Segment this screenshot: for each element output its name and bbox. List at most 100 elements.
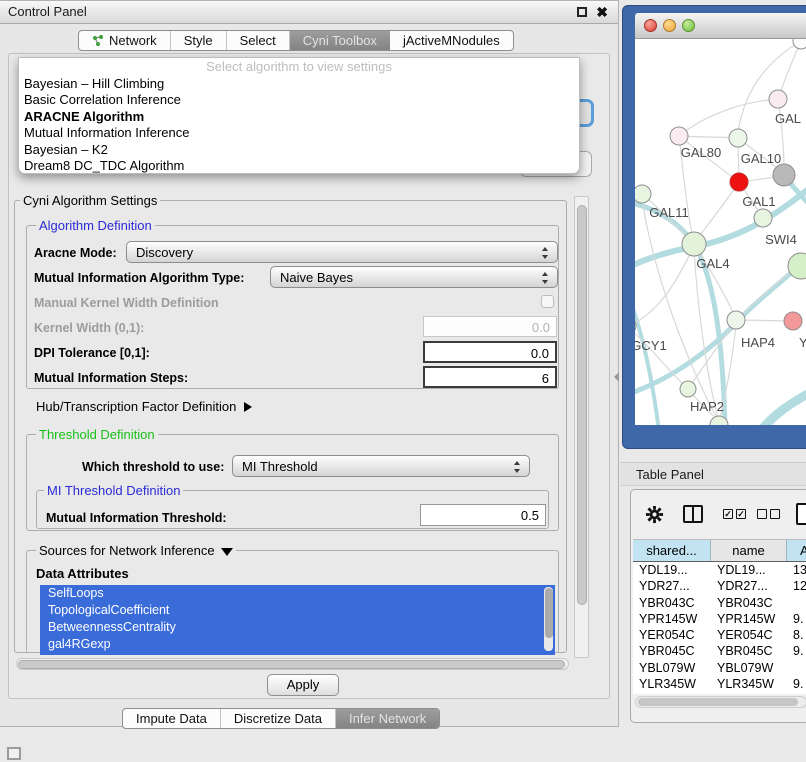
zoom-traffic-light-icon[interactable] bbox=[682, 19, 695, 32]
attribute-item-selected[interactable]: SelfLoops bbox=[40, 585, 555, 602]
aracne-mode-value: Discovery bbox=[136, 245, 193, 260]
network-view-window: GAL GAL80 GAL10 GAL1 GAL11 SWI4 GAL4 HAP… bbox=[622, 5, 806, 449]
table-row[interactable]: YDL19... YDL19... 13 bbox=[633, 562, 806, 578]
tab-network[interactable]: Network bbox=[79, 31, 171, 50]
table-row[interactable]: YDR27... YDR27... 12 bbox=[633, 578, 806, 594]
which-threshold-combobox[interactable]: MI Threshold bbox=[232, 455, 530, 477]
sources-group-label[interactable]: Sources for Network Inference bbox=[36, 543, 236, 558]
close-icon[interactable]: ✖ bbox=[596, 4, 608, 21]
tab-label: Select bbox=[240, 31, 276, 50]
table-row[interactable]: YLR345W YLR345W 9. bbox=[633, 676, 806, 692]
dropdown-item[interactable]: Bayesian – K2 bbox=[19, 142, 579, 158]
settings-vertical-scrollbar[interactable] bbox=[574, 196, 589, 658]
threshold-definition-label: Threshold Definition bbox=[36, 427, 158, 442]
dropdown-item[interactable]: Bayesian – Hill Climbing bbox=[19, 76, 579, 92]
cell-value bbox=[787, 595, 806, 611]
kernel-width-label: Kernel Width (0,1): bbox=[34, 321, 144, 335]
tab-style[interactable]: Style bbox=[171, 31, 227, 50]
cell-value: 9. bbox=[787, 643, 806, 659]
cell-value bbox=[787, 660, 806, 676]
node-label: GAL1 bbox=[742, 194, 775, 209]
table-row[interactable]: YER054C YER054C 8. bbox=[633, 627, 806, 643]
cell-name: YBL079W bbox=[711, 660, 787, 676]
table-row[interactable]: YBR045C YBR045C 9. bbox=[633, 643, 806, 659]
settings-horizontal-scrollbar[interactable] bbox=[16, 658, 569, 670]
mi-steps-field[interactable]: 6 bbox=[423, 366, 557, 388]
cell-value: 13 bbox=[787, 562, 806, 578]
dpi-tolerance-field[interactable]: 0.0 bbox=[423, 341, 557, 363]
network-window-titlebar bbox=[635, 13, 806, 39]
close-traffic-light-icon[interactable] bbox=[644, 19, 657, 32]
network-icon bbox=[92, 35, 104, 47]
mi-threshold-field[interactable]: 0.5 bbox=[420, 504, 546, 526]
network-canvas[interactable]: GAL GAL80 GAL10 GAL1 GAL11 SWI4 GAL4 HAP… bbox=[635, 39, 806, 425]
table-panel-title: Table Panel bbox=[636, 467, 704, 482]
aracne-mode-combobox[interactable]: Discovery bbox=[126, 241, 558, 263]
tab-label: Infer Network bbox=[349, 709, 426, 728]
dropdown-item[interactable]: Mutual Information Inference bbox=[19, 125, 579, 141]
gear-icon[interactable] bbox=[645, 505, 664, 524]
dropdown-item-selected[interactable]: ARACNE Algorithm bbox=[19, 109, 579, 125]
combobox-arrows-icon bbox=[542, 271, 549, 285]
column-header-shared-name[interactable]: shared... bbox=[633, 540, 711, 561]
deselect-all-columns-icon[interactable] bbox=[757, 509, 780, 519]
cell-name: YDL19... bbox=[711, 562, 787, 578]
node-label: GAL11 bbox=[649, 205, 689, 220]
settings-vscroll-thumb[interactable] bbox=[577, 205, 587, 605]
split-columns-icon[interactable] bbox=[683, 505, 703, 523]
attribute-item-selected[interactable]: TopologicalCoefficient bbox=[40, 602, 555, 619]
table-row[interactable]: YPR145W YPR145W 9. bbox=[633, 611, 806, 627]
table-panel-titlebar: Table Panel bbox=[620, 462, 806, 486]
attribute-item-selected[interactable]: BetweennessCentrality bbox=[40, 619, 555, 636]
dropdown-item[interactable]: Basic Correlation Inference bbox=[19, 92, 579, 108]
tab-discretize-data[interactable]: Discretize Data bbox=[221, 709, 336, 728]
algorithm-definition-label: Algorithm Definition bbox=[36, 218, 155, 233]
select-all-columns-icon[interactable]: ✓✓ bbox=[723, 509, 746, 519]
which-threshold-label: Which threshold to use: bbox=[82, 460, 224, 474]
splitpane-handle-icon[interactable] bbox=[614, 372, 619, 382]
tab-infer-network[interactable]: Infer Network bbox=[336, 709, 439, 728]
aracne-mode-label: Aracne Mode: bbox=[34, 246, 117, 260]
new-table-icon[interactable] bbox=[796, 503, 806, 525]
data-attributes-list: SelfLoops TopologicalCoefficient Between… bbox=[40, 585, 555, 655]
float-window-icon[interactable] bbox=[577, 7, 587, 17]
cell-shared-name: YLR345W bbox=[633, 676, 711, 692]
cell-shared-name: YBL079W bbox=[633, 660, 711, 676]
cell-name: YDR27... bbox=[711, 578, 787, 594]
table-toolbar: ✓✓ bbox=[631, 490, 806, 539]
tab-label: Cyni Toolbox bbox=[303, 31, 377, 50]
minimize-traffic-light-icon[interactable] bbox=[663, 19, 676, 32]
expander-down-icon bbox=[221, 548, 233, 556]
node-table: shared... name A YDL19... YDL19... 13 YD… bbox=[633, 539, 806, 694]
column-header-name[interactable]: name bbox=[711, 540, 787, 561]
attribute-item-selected[interactable]: gal4RGexp bbox=[40, 636, 555, 653]
node-label: HAP4 bbox=[741, 335, 775, 350]
table-row[interactable]: YBR043C YBR043C bbox=[633, 595, 806, 611]
mi-threshold-group-label: MI Threshold Definition bbox=[44, 483, 183, 498]
tab-cyni-toolbox[interactable]: Cyni Toolbox bbox=[290, 31, 390, 50]
tab-impute-data[interactable]: Impute Data bbox=[123, 709, 221, 728]
minimized-panel-icon[interactable] bbox=[7, 747, 21, 760]
column-header-partial[interactable]: A bbox=[787, 540, 806, 561]
dropdown-item[interactable]: Dream8 DC_TDC Algorithm bbox=[19, 158, 579, 174]
data-attributes-label: Data Attributes bbox=[36, 566, 129, 581]
kernel-width-field[interactable]: 0.0 bbox=[423, 316, 557, 337]
tab-label: Style bbox=[184, 31, 213, 50]
table-row[interactable]: YIL052C YIL052C 0 bbox=[633, 692, 806, 694]
manual-kernel-width-checkbox[interactable] bbox=[541, 295, 554, 308]
network-graph: GAL GAL80 GAL10 GAL1 GAL11 SWI4 GAL4 HAP… bbox=[635, 39, 806, 425]
apply-button[interactable]: Apply bbox=[267, 674, 339, 696]
tab-jactivemnodules[interactable]: jActiveMNodules bbox=[390, 31, 513, 50]
mi-algorithm-type-combobox[interactable]: Naive Bayes bbox=[270, 266, 558, 288]
tab-select[interactable]: Select bbox=[227, 31, 290, 50]
hub-definition-expander[interactable]: Hub/Transcription Factor Definition bbox=[36, 399, 252, 414]
attribute-list-scrollbar-thumb[interactable] bbox=[545, 588, 553, 638]
cell-name: YIL052C bbox=[711, 692, 787, 694]
table-row[interactable]: YBL079W YBL079W bbox=[633, 660, 806, 676]
settings-hscroll-thumb[interactable] bbox=[18, 660, 565, 669]
table-panel: ✓✓ shared... name A YDL19... YDL19... 13… bbox=[630, 489, 806, 723]
combobox-arrows-icon bbox=[542, 246, 549, 260]
table-hscroll-thumb[interactable] bbox=[638, 698, 798, 706]
table-horizontal-scrollbar[interactable] bbox=[635, 696, 806, 708]
hub-definition-label: Hub/Transcription Factor Definition bbox=[36, 399, 236, 414]
